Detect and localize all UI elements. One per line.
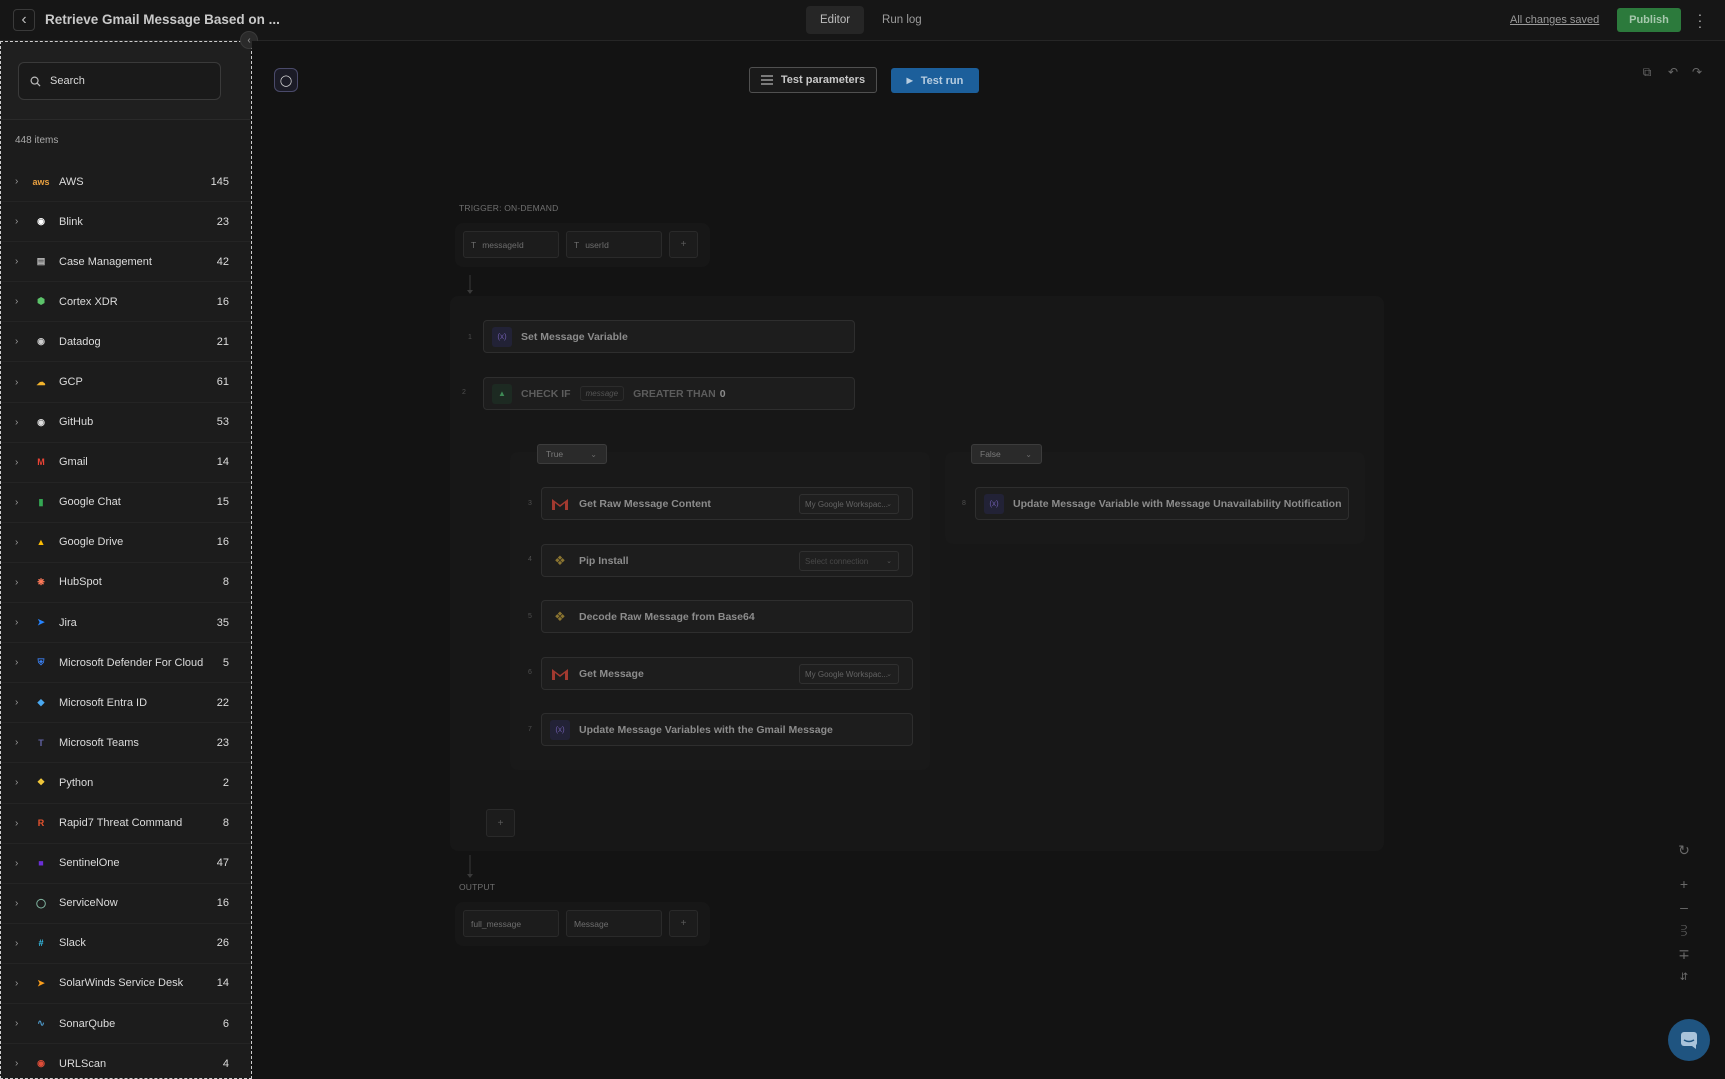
- python-icon: ❖: [554, 608, 566, 624]
- text-type-icon: T: [471, 239, 477, 250]
- variable-chip[interactable]: message: [579, 386, 625, 401]
- chevron-down-icon: ⌄: [590, 449, 597, 459]
- update-message-variables-node[interactable]: (x) Update Message Variables with the Gm…: [541, 713, 913, 746]
- check-if-node[interactable]: ▲ CHECK IF message GREATER THAN 0: [483, 377, 855, 410]
- plus-icon: +: [497, 817, 504, 829]
- variable-icon: (x): [492, 326, 512, 347]
- chevron-down-icon: ⌄: [886, 558, 892, 565]
- set-message-variable-node[interactable]: (x) Set Message Variable: [483, 320, 855, 353]
- output-label: OUTPUT: [459, 882, 496, 892]
- branch-label: False: [980, 449, 1001, 459]
- compare-value: 0: [719, 387, 726, 400]
- step-number: 4: [528, 556, 532, 563]
- trigger-label: TRIGGER: ON-DEMAND: [459, 203, 559, 213]
- check-if-label: CHECK IF: [521, 387, 571, 400]
- gmail-icon: [550, 494, 570, 514]
- variable-icon: (x): [550, 719, 570, 740]
- trigger-param[interactable]: TuserId: [566, 231, 662, 258]
- update-unavailability-node[interactable]: (x) Update Message Variable with Message…: [975, 487, 1349, 520]
- chevron-down-icon: ⌄: [886, 671, 892, 678]
- node-label: Get Raw Message Content: [579, 497, 711, 510]
- chevron-down-icon: ⌄: [886, 501, 892, 508]
- fit-height-icon[interactable]: ∓: [1673, 943, 1695, 965]
- true-branch-dropdown[interactable]: True ⌄: [537, 444, 607, 464]
- connection-value: My Google Workspac...: [805, 669, 888, 679]
- add-output-param-button[interactable]: +: [669, 910, 698, 937]
- step-number: 7: [528, 726, 532, 733]
- operator-label: GREATER THAN: [633, 387, 716, 400]
- step-number: 6: [528, 669, 532, 676]
- get-raw-message-node[interactable]: Get Raw Message Content My Google Worksp…: [541, 487, 913, 520]
- connection-value: My Google Workspac...: [805, 499, 888, 509]
- python-icon: ❖: [554, 552, 566, 568]
- pip-install-node[interactable]: ❖ Pip Install Select connection ⌄: [541, 544, 913, 577]
- chat-icon: [1681, 1032, 1697, 1049]
- zoom-out-icon[interactable]: –: [1673, 896, 1695, 918]
- plus-icon: +: [680, 239, 687, 250]
- branch-label: True: [546, 449, 564, 459]
- step-number: 2: [462, 389, 466, 396]
- param-name: userId: [585, 239, 609, 250]
- expand-collapse-icon[interactable]: ⇵: [1673, 966, 1695, 988]
- node-label: Set Message Variable: [521, 330, 628, 343]
- connection-value: Select connection: [805, 556, 869, 566]
- connection-dropdown[interactable]: My Google Workspac... ⌄: [799, 664, 899, 684]
- fit-width-icon[interactable]: ⫖: [1673, 919, 1695, 941]
- add-trigger-param-button[interactable]: +: [669, 231, 698, 258]
- chevron-down-icon: ⌄: [1025, 449, 1032, 459]
- connection-dropdown[interactable]: Select connection ⌄: [799, 551, 899, 571]
- node-label: Update Message Variable with Message Una…: [1013, 497, 1342, 510]
- zoom-in-icon[interactable]: +: [1673, 873, 1695, 895]
- get-message-node[interactable]: Get Message My Google Workspac... ⌄: [541, 657, 913, 690]
- output-param[interactable]: full_message: [463, 910, 559, 937]
- node-label: Get Message: [579, 667, 644, 680]
- node-label: Pip Install: [579, 554, 629, 567]
- param-name: messageId: [482, 239, 524, 250]
- text-type-icon: T: [574, 239, 580, 250]
- trigger-param[interactable]: TmessageId: [463, 231, 559, 258]
- plus-icon: +: [680, 918, 687, 929]
- variable-icon: (x): [984, 493, 1004, 514]
- step-number: 8: [962, 500, 966, 507]
- node-label: Update Message Variables with the Gmail …: [579, 723, 833, 736]
- connection-dropdown[interactable]: My Google Workspac... ⌄: [799, 494, 899, 514]
- false-branch-dropdown[interactable]: False ⌄: [971, 444, 1042, 464]
- gmail-icon: [550, 664, 570, 684]
- reset-view-icon[interactable]: ↻: [1673, 839, 1695, 861]
- chat-support-button[interactable]: [1668, 1019, 1710, 1061]
- output-param[interactable]: Message: [566, 910, 662, 937]
- decode-base64-node[interactable]: ❖ Decode Raw Message from Base64: [541, 600, 913, 633]
- node-label: Decode Raw Message from Base64: [579, 610, 755, 623]
- step-number: 1: [468, 334, 472, 341]
- add-step-button[interactable]: +: [486, 809, 515, 837]
- step-number: 5: [528, 613, 532, 620]
- step-number: 3: [528, 500, 532, 507]
- branch-icon: ▲: [492, 383, 512, 404]
